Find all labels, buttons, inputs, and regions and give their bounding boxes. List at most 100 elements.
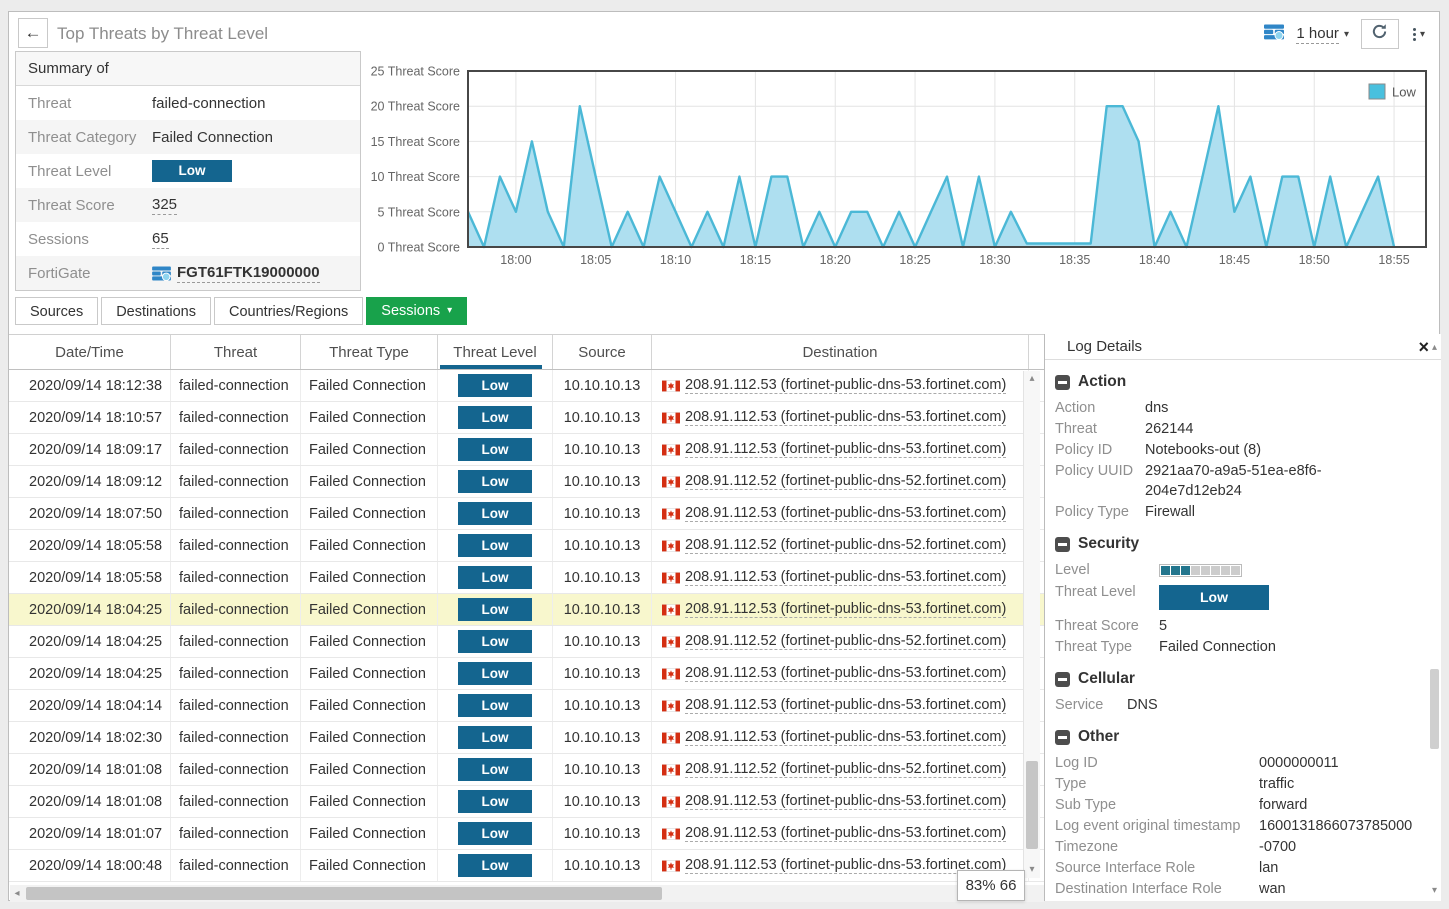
column-header-threat[interactable]: Threat	[171, 335, 301, 369]
table-row[interactable]: 2020/09/14 18:04:25failed-connectionFail…	[9, 658, 1044, 690]
destination-link[interactable]: 208.91.112.53 (fortinet-public-dns-53.fo…	[685, 441, 1006, 458]
summary-label: Threat Level	[16, 163, 152, 180]
destination-link[interactable]: 208.91.112.53 (fortinet-public-dns-53.fo…	[685, 793, 1006, 810]
cell-source: 10.10.10.13	[553, 434, 652, 465]
scrollbar-thumb[interactable]	[1026, 761, 1038, 849]
table-row[interactable]: 2020/09/14 18:07:50failed-connectionFail…	[9, 498, 1044, 530]
canada-flag-icon	[662, 860, 680, 872]
scroll-down-icon[interactable]: ▾	[1429, 883, 1440, 899]
scroll-up-icon[interactable]: ▴	[1024, 371, 1040, 387]
column-header-threat-level[interactable]: Threat Level	[438, 335, 553, 369]
cell-date-time: 2020/09/14 18:04:25	[9, 594, 171, 625]
scroll-left-icon[interactable]: ◂	[10, 886, 24, 902]
summary-row: Threatfailed-connection	[16, 86, 360, 120]
destination-link[interactable]: 208.91.112.52 (fortinet-public-dns-52.fo…	[685, 537, 1006, 554]
scrollbar-thumb[interactable]	[1430, 669, 1439, 749]
destination-link[interactable]: 208.91.112.53 (fortinet-public-dns-53.fo…	[685, 505, 1006, 522]
tab-destinations[interactable]: Destinations	[101, 297, 211, 325]
log-detail-value: DNS	[1127, 695, 1158, 715]
drilldown-link[interactable]: 325	[152, 196, 177, 215]
column-header-source[interactable]: Source	[553, 335, 652, 369]
fortigate-icon	[1264, 24, 1284, 45]
close-icon[interactable]: ×	[1418, 338, 1429, 356]
table-header-row: Date/TimeThreatThreat TypeThreat Level So…	[9, 334, 1044, 370]
table-row[interactable]: 2020/09/14 18:04:25failed-connectionFail…	[9, 626, 1044, 658]
level-segment	[1161, 566, 1170, 575]
destination-link[interactable]: 208.91.112.52 (fortinet-public-dns-52.fo…	[685, 473, 1006, 490]
destination-link[interactable]: 208.91.112.52 (fortinet-public-dns-52.fo…	[685, 633, 1006, 650]
table-row[interactable]: 2020/09/14 18:10:57failed-connectionFail…	[9, 402, 1044, 434]
cell-destination: 208.91.112.52 (fortinet-public-dns-52.fo…	[652, 466, 1029, 497]
canada-flag-icon	[662, 572, 680, 584]
log-section-header[interactable]: Cellular	[1055, 670, 1429, 688]
table-row[interactable]: 2020/09/14 18:04:14failed-connectionFail…	[9, 690, 1044, 722]
collapse-icon	[1055, 672, 1070, 687]
fortigate-device-link[interactable]: FGT61FTK19000000	[177, 264, 320, 283]
canada-flag-icon	[662, 540, 680, 552]
column-header-a[interactable]: A	[1029, 335, 1044, 369]
cell-threat: failed-connection	[171, 562, 301, 593]
log-detail-row: Log event original timestamp160013186607…	[1055, 816, 1429, 836]
log-detail-row: Destination Interface Rolewan	[1055, 879, 1429, 899]
tab-label: Destinations	[116, 304, 196, 320]
sort-indicator	[440, 365, 542, 369]
destination-link[interactable]: 208.91.112.53 (fortinet-public-dns-53.fo…	[685, 729, 1006, 746]
destination-link[interactable]: 208.91.112.53 (fortinet-public-dns-53.fo…	[685, 409, 1006, 426]
column-header-date-time[interactable]: Date/Time	[9, 335, 171, 369]
cell-threat: failed-connection	[171, 658, 301, 689]
summary-row: Threat Score325	[16, 188, 360, 222]
table-vertical-scrollbar[interactable]: ▴ ▾	[1023, 371, 1040, 878]
table-row[interactable]: 2020/09/14 18:01:08failed-connectionFail…	[9, 754, 1044, 786]
destination-link[interactable]: 208.91.112.53 (fortinet-public-dns-53.fo…	[685, 377, 1006, 394]
log-detail-label: Policy Name	[1055, 900, 1259, 901]
table-row[interactable]: 2020/09/14 18:12:38failed-connectionFail…	[9, 370, 1044, 402]
log-section-header[interactable]: Other	[1055, 728, 1429, 746]
back-button[interactable]: ←	[18, 18, 48, 48]
table-row[interactable]: 2020/09/14 18:05:58failed-connectionFail…	[9, 530, 1044, 562]
destination-link[interactable]: 208.91.112.52 (fortinet-public-dns-52.fo…	[685, 761, 1006, 778]
log-section-header[interactable]: Action	[1055, 373, 1429, 391]
log-details-scrollbar[interactable]: ▴ ▾	[1429, 364, 1440, 897]
column-header-threat-type[interactable]: Threat Type	[301, 335, 438, 369]
table-row[interactable]: 2020/09/14 18:00:48failed-connectionFail…	[9, 850, 1044, 882]
summary-value: FGT61FTK19000000	[152, 264, 320, 283]
column-header-destination[interactable]: Destination	[652, 335, 1029, 369]
log-section-header[interactable]: Security	[1055, 535, 1429, 553]
destination-link[interactable]: 208.91.112.53 (fortinet-public-dns-53.fo…	[685, 569, 1006, 586]
destination-link[interactable]: 208.91.112.53 (fortinet-public-dns-53.fo…	[685, 601, 1006, 618]
cell-date-time: 2020/09/14 18:04:25	[9, 626, 171, 657]
canada-flag-icon	[662, 796, 680, 808]
drilldown-link[interactable]: 65	[152, 230, 169, 249]
table-row[interactable]: 2020/09/14 18:02:30failed-connectionFail…	[9, 722, 1044, 754]
refresh-button[interactable]	[1361, 19, 1399, 49]
tab-label: Countries/Regions	[229, 304, 348, 320]
destination-link[interactable]: 208.91.112.53 (fortinet-public-dns-53.fo…	[685, 825, 1006, 842]
log-detail-row: Policy IDNotebooks-out (8)	[1055, 440, 1429, 460]
timeframe-dropdown[interactable]: 1 hour ▾	[1296, 25, 1349, 44]
tab-sessions[interactable]: Sessions▾	[366, 297, 467, 325]
log-section-action: ActionActiondnsThreat262144Policy IDNote…	[1055, 373, 1429, 522]
table-row[interactable]: 2020/09/14 18:04:25failed-connectionFail…	[9, 594, 1044, 626]
table-horizontal-scrollbar[interactable]: ◂	[10, 885, 1044, 902]
log-detail-value: Notebooks-out	[1259, 900, 1353, 901]
table-row[interactable]: 2020/09/14 18:09:17failed-connectionFail…	[9, 434, 1044, 466]
scroll-up-icon[interactable]: ▴	[1429, 340, 1440, 356]
legend-swatch-low[interactable]	[1369, 84, 1385, 99]
tab-countries-regions[interactable]: Countries/Regions	[214, 297, 363, 325]
destination-link[interactable]: 208.91.112.53 (fortinet-public-dns-53.fo…	[685, 697, 1006, 714]
log-detail-row: Actiondns	[1055, 398, 1429, 418]
destination-link[interactable]: 208.91.112.53 (fortinet-public-dns-53.fo…	[685, 665, 1006, 682]
cell-destination: 208.91.112.53 (fortinet-public-dns-53.fo…	[652, 370, 1029, 401]
log-detail-label: Timezone	[1055, 837, 1259, 857]
scrollbar-thumb[interactable]	[26, 887, 662, 900]
table-row[interactable]: 2020/09/14 18:01:07failed-connectionFail…	[9, 818, 1044, 850]
more-options-menu[interactable]: ▾	[1411, 26, 1427, 43]
tab-sources[interactable]: Sources	[15, 297, 98, 325]
summary-label: Threat	[16, 95, 152, 112]
column-header-label: Source	[578, 344, 626, 361]
table-row[interactable]: 2020/09/14 18:01:08failed-connectionFail…	[9, 786, 1044, 818]
scroll-down-icon[interactable]: ▾	[1024, 862, 1040, 878]
table-row[interactable]: 2020/09/14 18:05:58failed-connectionFail…	[9, 562, 1044, 594]
table-row[interactable]: 2020/09/14 18:09:12failed-connectionFail…	[9, 466, 1044, 498]
threat-level-badge: Low	[458, 790, 532, 813]
